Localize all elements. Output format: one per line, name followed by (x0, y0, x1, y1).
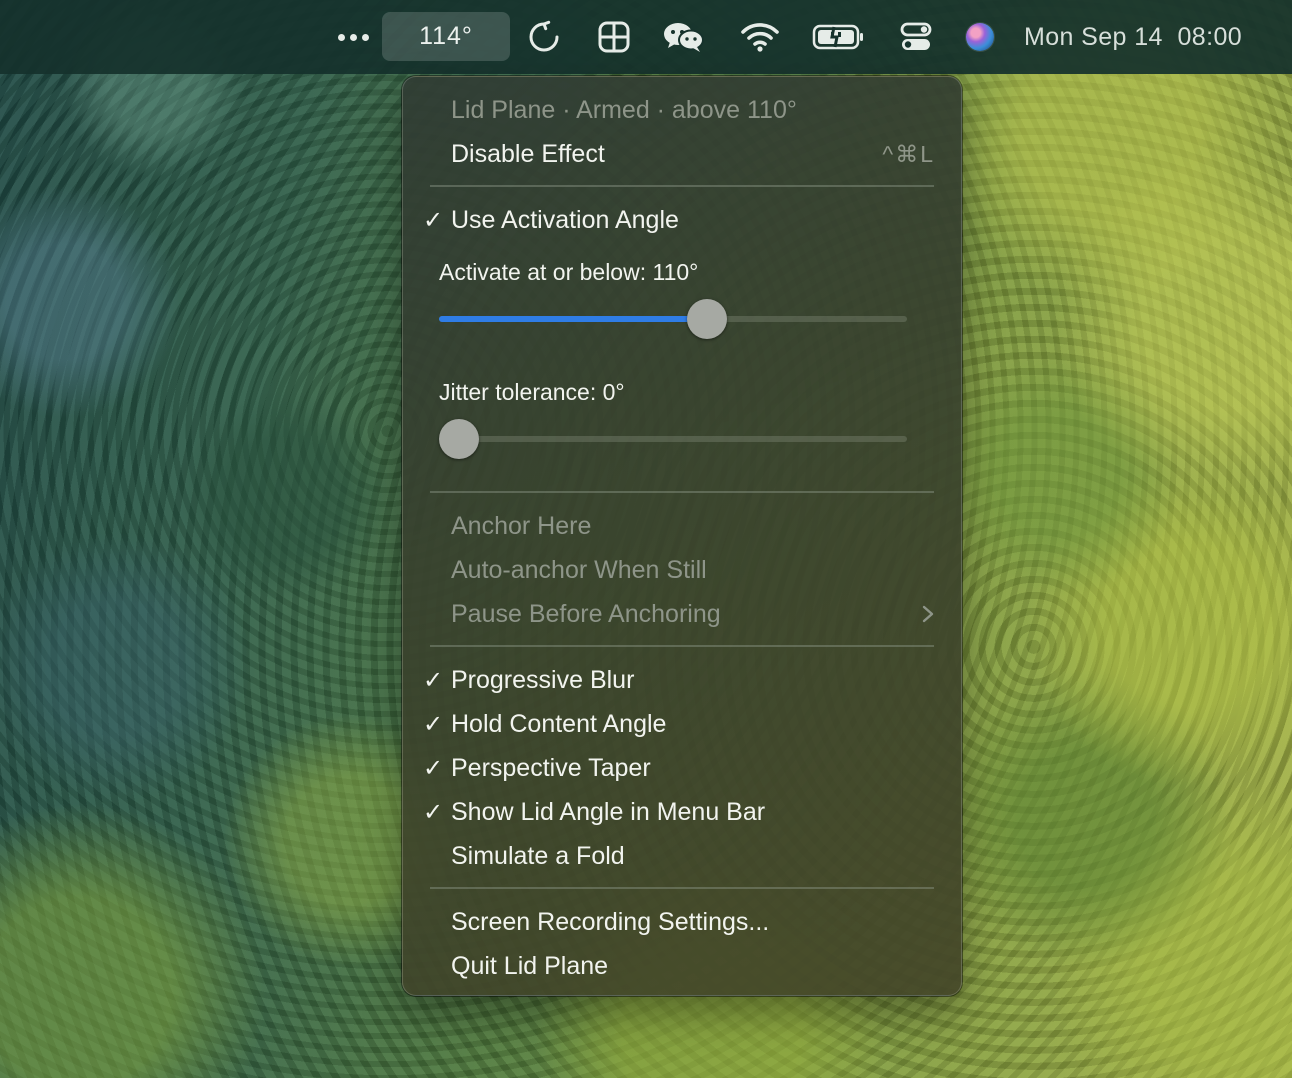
disable-effect-label: Disable Effect (451, 139, 605, 168)
quit-label: Quit Lid Plane (451, 951, 609, 980)
checkmark-icon: ✓ (422, 754, 444, 782)
simulate-fold-label: Simulate a Fold (451, 841, 625, 870)
screen-recording-settings-item[interactable]: Screen Recording Settings... (451, 902, 935, 942)
menu-bar-clock[interactable]: Mon Sep 14 08:00 (1024, 0, 1264, 74)
hold-content-angle-label: Hold Content Angle (451, 709, 667, 738)
pause-before-anchoring-label: Pause Before Anchoring (451, 599, 721, 628)
separator (430, 887, 934, 889)
use-activation-angle-label: Use Activation Angle (451, 205, 679, 234)
slider-knob[interactable] (687, 299, 728, 339)
anchor-here-label: Anchor Here (451, 511, 592, 540)
checkmark-icon: ✓ (422, 666, 444, 694)
checkmark-icon: ✓ (422, 710, 444, 738)
disable-effect-item[interactable]: Disable Effect ^⌘L (451, 134, 935, 174)
perspective-taper-label: Perspective Taper (451, 753, 651, 782)
more-icon[interactable] (330, 0, 376, 74)
progressive-blur-item[interactable]: ✓ Progressive Blur (423, 660, 935, 700)
activation-angle-label: Activate at or below: 110° (439, 258, 699, 285)
show-lid-angle-label: Show Lid Angle in Menu Bar (451, 797, 766, 826)
separator (430, 491, 934, 493)
slider-track (439, 436, 907, 442)
anchor-here-item: Anchor Here (451, 506, 935, 546)
slider-fill (439, 316, 708, 322)
grid-icon[interactable] (594, 0, 634, 74)
wifi-icon[interactable] (738, 0, 782, 74)
perspective-taper-item[interactable]: ✓ Perspective Taper (423, 748, 935, 788)
checkmark-icon: ✓ (422, 206, 444, 234)
menu-bar: 114° Mon Sep 14 08:00 (0, 0, 1292, 74)
lid-angle-status-item[interactable]: 114° (382, 12, 510, 61)
control-center-icon[interactable] (896, 0, 936, 74)
status-text: Lid Plane · Armed · above 110° (451, 95, 797, 124)
screen-recording-settings-label: Screen Recording Settings... (451, 907, 770, 936)
jitter-tolerance-slider[interactable] (439, 418, 907, 459)
chevron-right-icon (921, 604, 935, 624)
slider-knob[interactable] (439, 419, 479, 459)
simulate-fold-item[interactable]: Simulate a Fold (451, 836, 935, 876)
checkmark-icon: ✓ (422, 798, 444, 826)
clock-text: Mon Sep 14 08:00 (1024, 22, 1243, 51)
lid-plane-menu: Lid Plane · Armed · above 110° Disable E… (402, 76, 962, 996)
jitter-tolerance-label: Jitter tolerance: 0° (439, 378, 625, 405)
battery-charging-icon[interactable] (810, 0, 868, 74)
wechat-icon[interactable] (660, 0, 708, 74)
disable-effect-shortcut: ^⌘L (882, 140, 935, 167)
auto-anchor-label: Auto-anchor When Still (451, 555, 707, 584)
separator (430, 645, 934, 647)
status-header: Lid Plane · Armed · above 110° (451, 90, 935, 130)
quit-item[interactable]: Quit Lid Plane (451, 946, 935, 986)
show-lid-angle-item[interactable]: ✓ Show Lid Angle in Menu Bar (423, 792, 935, 832)
auto-anchor-item: Auto-anchor When Still (451, 550, 935, 590)
separator (430, 185, 934, 187)
hold-content-angle-item[interactable]: ✓ Hold Content Angle (423, 704, 935, 744)
activation-angle-slider[interactable] (439, 298, 907, 339)
progressive-blur-label: Progressive Blur (451, 665, 635, 694)
siri-icon[interactable] (962, 0, 998, 74)
lid-angle-readout: 114° (419, 22, 473, 50)
pause-before-anchoring-item: Pause Before Anchoring (451, 594, 935, 634)
reload-icon[interactable] (524, 0, 564, 74)
use-activation-angle-item[interactable]: ✓ Use Activation Angle (423, 200, 935, 240)
